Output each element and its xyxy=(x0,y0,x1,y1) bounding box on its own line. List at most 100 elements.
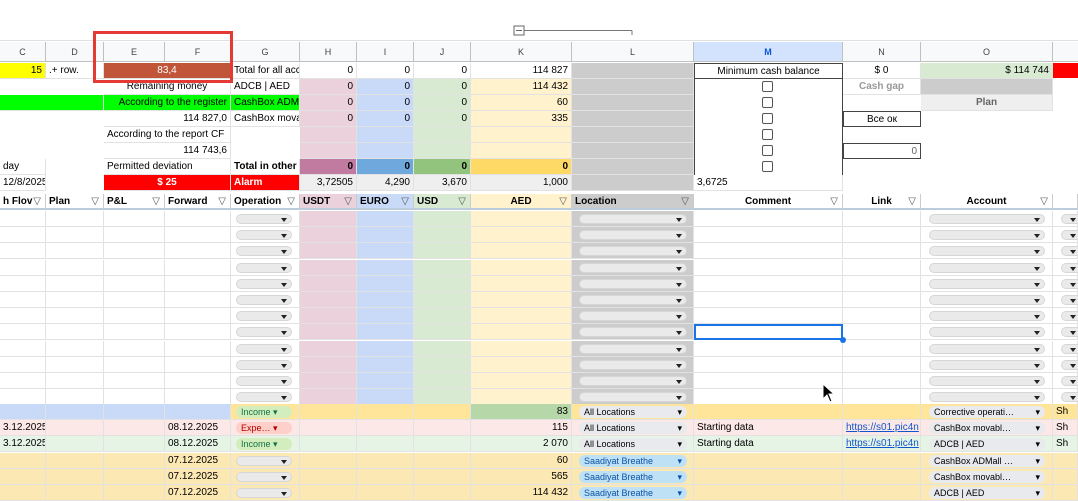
location-chip[interactable]: All Locations ▾ xyxy=(579,438,687,451)
filter-icon[interactable]: ▽ xyxy=(287,194,295,210)
header-cashflow[interactable]: h Flov ▽ xyxy=(0,194,46,210)
location-dropdown[interactable] xyxy=(579,311,687,322)
operation-dropdown[interactable] xyxy=(236,376,292,386)
account-chip[interactable]: CashBox ADMall … ▾ xyxy=(929,454,1045,467)
filter-icon[interactable]: ▽ xyxy=(401,194,409,210)
header-plan[interactable]: Plan ▽ xyxy=(46,194,104,210)
header-account[interactable]: Account ▽ xyxy=(921,194,1053,210)
col-header-k[interactable]: K xyxy=(471,42,572,62)
extra-dropdown[interactable] xyxy=(1061,214,1078,224)
extra-dropdown[interactable] xyxy=(1061,246,1078,257)
filter-icon[interactable]: ▽ xyxy=(908,194,916,210)
col-header-o[interactable]: O xyxy=(921,42,1053,62)
col-header-h[interactable]: H xyxy=(300,42,357,62)
col-header-i[interactable]: I xyxy=(357,42,414,62)
account-dropdown[interactable] xyxy=(929,230,1045,241)
location-dropdown[interactable] xyxy=(579,295,687,305)
header-forward[interactable]: Forward ▽ xyxy=(165,194,231,210)
extra-dropdown[interactable] xyxy=(1061,295,1078,305)
operation-dropdown[interactable] xyxy=(236,262,292,273)
extra-dropdown[interactable] xyxy=(1061,311,1078,322)
filter-icon[interactable]: ▽ xyxy=(1040,194,1048,210)
location-chip[interactable]: Saadiyat Breathe ▾ xyxy=(579,470,687,483)
operation-dropdown[interactable] xyxy=(236,278,292,289)
selected-cell[interactable] xyxy=(694,324,843,340)
operation-dropdown[interactable] xyxy=(236,392,292,403)
selection-handle[interactable] xyxy=(840,337,846,343)
operation-dropdown[interactable] xyxy=(236,359,292,370)
col-header-j[interactable]: J xyxy=(414,42,471,62)
location-chip[interactable]: Saadiyat Breathe ▾ xyxy=(579,454,687,467)
account-dropdown[interactable] xyxy=(929,295,1045,305)
filter-icon[interactable]: ▽ xyxy=(458,194,466,210)
operation-chip[interactable]: Income ▾ xyxy=(236,438,292,451)
operation-dropdown[interactable] xyxy=(236,311,292,322)
extra-dropdown[interactable] xyxy=(1061,343,1078,354)
location-dropdown[interactable] xyxy=(579,246,687,257)
operation-dropdown[interactable] xyxy=(236,455,292,466)
location-chip[interactable]: All Locations ▾ xyxy=(579,422,687,435)
header-pl[interactable]: P&L ▽ xyxy=(104,194,165,210)
extra-dropdown[interactable] xyxy=(1061,262,1078,273)
location-dropdown[interactable] xyxy=(579,392,687,403)
operation-dropdown[interactable] xyxy=(236,471,292,482)
attachment-link[interactable]: https://s01.pic4n xyxy=(846,422,919,433)
location-dropdown[interactable] xyxy=(579,230,687,241)
operation-dropdown[interactable] xyxy=(236,488,292,498)
header-link[interactable]: Link ▽ xyxy=(843,194,921,210)
account-dropdown[interactable] xyxy=(929,392,1045,403)
account-chip[interactable]: ADCB | AED ▾ xyxy=(929,487,1045,499)
account-dropdown[interactable] xyxy=(929,376,1045,386)
operation-chip[interactable]: Expe… ▾ xyxy=(236,422,292,435)
col-header-m[interactable]: M xyxy=(694,42,843,62)
location-dropdown[interactable] xyxy=(579,343,687,354)
location-dropdown[interactable] xyxy=(579,278,687,289)
col-header-c[interactable]: C xyxy=(0,42,46,62)
account-dropdown[interactable] xyxy=(929,246,1045,257)
location-dropdown[interactable] xyxy=(579,214,687,224)
header-usdt[interactable]: USDT ▽ xyxy=(300,194,357,210)
filter-icon[interactable]: ▽ xyxy=(830,194,838,210)
column-group-slider[interactable] xyxy=(512,25,634,36)
operation-dropdown[interactable] xyxy=(236,295,292,305)
account-dropdown[interactable] xyxy=(929,262,1045,273)
attachment-link[interactable]: https://s01.pic4n xyxy=(846,438,919,449)
header-comment[interactable]: Comment ▽ xyxy=(694,194,843,210)
extra-dropdown[interactable] xyxy=(1061,230,1078,241)
filter-icon[interactable]: ▽ xyxy=(33,194,41,210)
location-dropdown[interactable] xyxy=(579,327,687,338)
col-header-g[interactable]: G xyxy=(231,42,300,62)
account-dropdown[interactable] xyxy=(929,214,1045,224)
filter-icon[interactable]: ▽ xyxy=(559,194,567,210)
col-header-n[interactable]: N xyxy=(843,42,921,62)
account-chip[interactable]: ADCB | AED ▾ xyxy=(929,438,1045,451)
account-dropdown[interactable] xyxy=(929,311,1045,322)
operation-dropdown[interactable] xyxy=(236,246,292,257)
location-chip[interactable]: All Locations ▾ xyxy=(579,406,687,418)
header-aed[interactable]: AED ▽ xyxy=(471,194,572,210)
extra-dropdown[interactable] xyxy=(1061,327,1078,338)
col-header-l[interactable]: L xyxy=(572,42,694,62)
account-dropdown[interactable] xyxy=(929,278,1045,289)
account-chip[interactable]: CashBox movabl… ▾ xyxy=(929,470,1045,483)
account-dropdown[interactable] xyxy=(929,359,1045,370)
account-dropdown[interactable] xyxy=(929,343,1045,354)
extra-dropdown[interactable] xyxy=(1061,359,1078,370)
account-chip[interactable]: CashBox movabl… ▾ xyxy=(929,422,1045,435)
operation-dropdown[interactable] xyxy=(236,230,292,241)
location-dropdown[interactable] xyxy=(579,262,687,273)
header-usd[interactable]: USD ▽ xyxy=(414,194,471,210)
extra-dropdown[interactable] xyxy=(1061,278,1078,289)
filter-icon[interactable]: ▽ xyxy=(681,194,689,210)
location-dropdown[interactable] xyxy=(579,376,687,386)
operation-chip[interactable]: Income ▾ xyxy=(236,406,292,418)
account-dropdown[interactable] xyxy=(929,327,1045,338)
operation-dropdown[interactable] xyxy=(236,214,292,224)
operation-dropdown[interactable] xyxy=(236,343,292,354)
header-operation[interactable]: Operation ▽ xyxy=(231,194,300,210)
filter-icon[interactable]: ▽ xyxy=(152,194,160,210)
account-chip[interactable]: Corrective operati… ▾ xyxy=(929,406,1045,418)
extra-dropdown[interactable] xyxy=(1061,392,1078,403)
filter-icon[interactable]: ▽ xyxy=(344,194,352,210)
location-chip[interactable]: Saadiyat Breathe ▾ xyxy=(579,487,687,499)
